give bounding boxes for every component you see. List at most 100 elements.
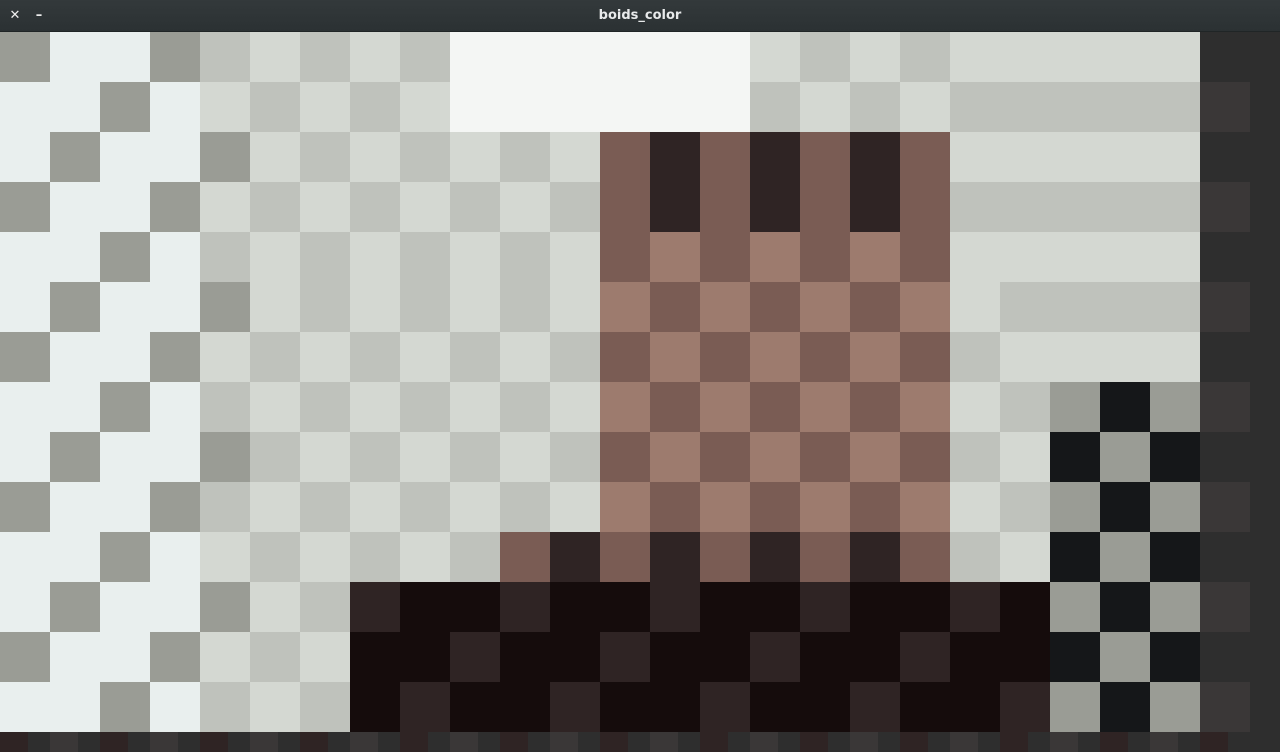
mosaic-tile xyxy=(1050,82,1100,132)
mosaic-tile xyxy=(0,482,50,532)
mosaic-tile xyxy=(850,632,900,682)
mosaic-tile xyxy=(250,432,300,482)
mosaic-tile xyxy=(100,532,150,582)
mosaic-edge-tile xyxy=(250,732,278,752)
mosaic-tile xyxy=(300,532,350,582)
mosaic-tile xyxy=(100,32,150,82)
mosaic-tile xyxy=(1150,282,1200,332)
mosaic-tile xyxy=(400,382,450,432)
mosaic-tile xyxy=(450,682,500,732)
mosaic-tile xyxy=(750,432,800,482)
mosaic-tile xyxy=(1200,332,1250,382)
mosaic-tile xyxy=(0,332,50,382)
mosaic-tile xyxy=(850,282,900,332)
mosaic-tile xyxy=(1200,582,1250,632)
mosaic-tile xyxy=(1050,332,1100,382)
mosaic-tile xyxy=(550,382,600,432)
mosaic-tile xyxy=(500,382,550,432)
mosaic-edge-tile xyxy=(350,732,378,752)
mosaic-tile xyxy=(500,632,550,682)
mosaic-tile xyxy=(800,132,850,182)
mosaic-tile xyxy=(150,632,200,682)
mosaic-tile xyxy=(250,182,300,232)
mosaic-tile xyxy=(700,32,750,82)
mosaic-tile xyxy=(800,182,850,232)
mosaic-tile xyxy=(350,432,400,482)
mosaic-edge-tile xyxy=(50,732,78,752)
mosaic-tile xyxy=(350,32,400,82)
mosaic-tile xyxy=(650,182,700,232)
mosaic-tile xyxy=(850,82,900,132)
mosaic-tile xyxy=(700,482,750,532)
mosaic-tile xyxy=(550,532,600,582)
mosaic-tile xyxy=(350,582,400,632)
mosaic-tile xyxy=(200,532,250,582)
mosaic-tile xyxy=(950,182,1000,232)
mosaic-tile xyxy=(700,132,750,182)
mosaic-tile xyxy=(650,82,700,132)
mosaic-tile xyxy=(850,482,900,532)
mosaic-tile xyxy=(500,132,550,182)
mosaic-tile xyxy=(750,582,800,632)
mosaic-tile xyxy=(1200,132,1250,182)
mosaic-tile xyxy=(400,482,450,532)
mosaic-tile xyxy=(300,232,350,282)
mosaic-tile xyxy=(450,382,500,432)
mosaic-tile xyxy=(900,132,950,182)
mosaic-tile xyxy=(800,332,850,382)
mosaic-tile xyxy=(250,132,300,182)
mosaic-tile xyxy=(700,182,750,232)
mosaic-tile xyxy=(550,82,600,132)
mosaic-tile xyxy=(750,532,800,582)
mosaic-tile xyxy=(500,232,550,282)
mosaic-tile xyxy=(100,632,150,682)
mosaic-tile xyxy=(400,632,450,682)
mosaic-tile xyxy=(1050,432,1100,482)
mosaic-tile xyxy=(150,332,200,382)
mosaic-tile xyxy=(1150,382,1200,432)
mosaic-tile xyxy=(800,682,850,732)
mosaic-tile xyxy=(250,632,300,682)
mosaic-edge-tile xyxy=(1050,732,1078,752)
mosaic-tile xyxy=(1000,232,1050,282)
mosaic-tile xyxy=(550,582,600,632)
mosaic-tile xyxy=(200,332,250,382)
mosaic-tile xyxy=(1050,132,1100,182)
mosaic-tile xyxy=(800,532,850,582)
mosaic-tile xyxy=(1000,632,1050,682)
mosaic-tile xyxy=(750,332,800,382)
mosaic-tile xyxy=(0,182,50,232)
mosaic-tile xyxy=(550,132,600,182)
mosaic-tile xyxy=(300,32,350,82)
mosaic-tile xyxy=(300,382,350,432)
mosaic-tile xyxy=(1000,332,1050,382)
mosaic-tile xyxy=(200,32,250,82)
mosaic-tile xyxy=(50,532,100,582)
mosaic-tile xyxy=(250,382,300,432)
mosaic-tile xyxy=(50,282,100,332)
mosaic-tile xyxy=(1200,282,1250,332)
mosaic-tile xyxy=(250,32,300,82)
mosaic-edge-tile xyxy=(600,732,628,752)
mosaic-tile xyxy=(950,582,1000,632)
mosaic-tile xyxy=(950,132,1000,182)
mosaic-tile xyxy=(50,182,100,232)
mosaic-tile xyxy=(700,82,750,132)
mosaic-tile xyxy=(950,682,1000,732)
mosaic-tile xyxy=(850,432,900,482)
mosaic-tile xyxy=(700,632,750,682)
mosaic-edge-tile xyxy=(1100,732,1128,752)
mosaic-tile xyxy=(500,332,550,382)
application-window: ✕ – boids_color xyxy=(0,0,1280,752)
mosaic-tile xyxy=(650,332,700,382)
title-bar[interactable]: ✕ – boids_color xyxy=(0,0,1280,32)
mosaic-tile xyxy=(150,432,200,482)
mosaic-tile xyxy=(850,382,900,432)
mosaic-tile xyxy=(200,582,250,632)
mosaic-tile xyxy=(800,432,850,482)
mosaic-tile xyxy=(1200,682,1250,732)
mosaic-tile xyxy=(1050,282,1100,332)
mosaic-tile xyxy=(700,382,750,432)
mosaic-tile xyxy=(0,82,50,132)
mosaic-tile xyxy=(1150,32,1200,82)
